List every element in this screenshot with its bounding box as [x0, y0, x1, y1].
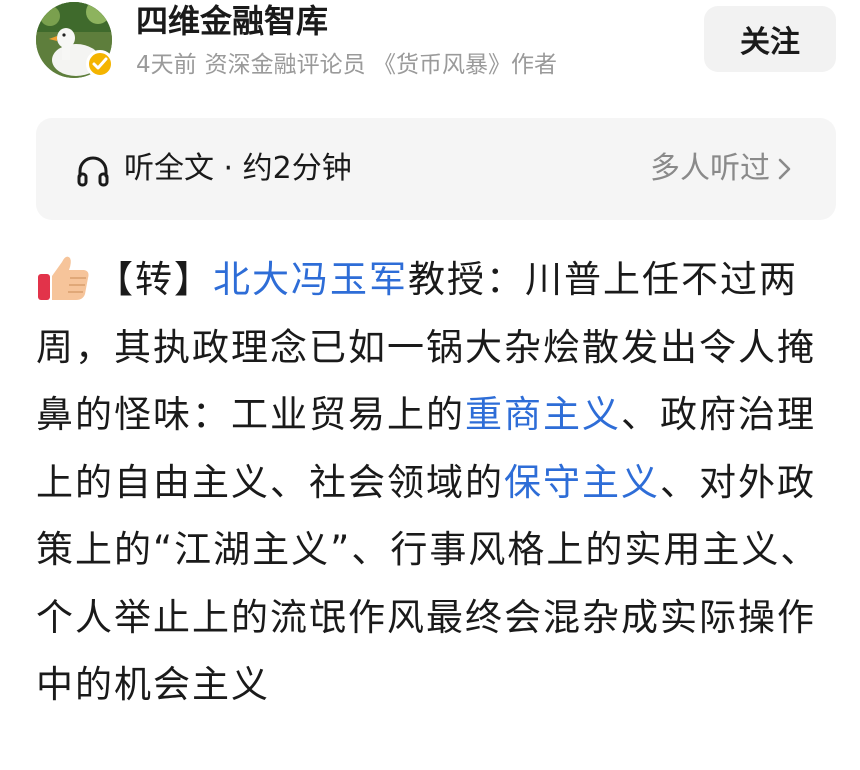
verified-badge	[86, 50, 114, 78]
author-meta: 4天前 资深金融评论员 《货币风暴》作者	[136, 50, 565, 80]
article-body: 【转】北大冯玉军教授：川普上任不过两周，其执政理念已如一锅大杂烩散发出令人掩鼻的…	[36, 246, 836, 719]
thumbs-up-icon	[38, 256, 89, 300]
listen-full-text-bar[interactable]: 听全文 · 约2分钟 多人听过	[36, 118, 836, 220]
listen-label: 听全文 · 约2分钟	[124, 151, 352, 186]
article-link-feng-yujun[interactable]: 北大冯玉军	[213, 258, 408, 301]
article-link-mercantilism[interactable]: 重商主义	[465, 393, 621, 436]
check-icon	[92, 57, 108, 70]
post-time: 4天前	[136, 52, 197, 78]
author-name[interactable]: 四维金融智库	[136, 2, 328, 40]
follow-button[interactable]: 关注	[704, 6, 836, 72]
author-description: 资深金融评论员 《货币风暴》作者	[204, 52, 557, 78]
listeners-link[interactable]: 多人听过	[650, 148, 794, 190]
article-segment-prefix: 【转】	[96, 258, 213, 301]
article-link-conservatism[interactable]: 保守主义	[504, 461, 660, 504]
author-header: 四维金融智库 4天前 资深金融评论员 《货币风暴》作者 关注	[0, 0, 860, 90]
headphone-icon	[77, 156, 109, 187]
listeners-text: 多人听过	[650, 151, 770, 186]
chevron-right-icon	[778, 158, 791, 180]
